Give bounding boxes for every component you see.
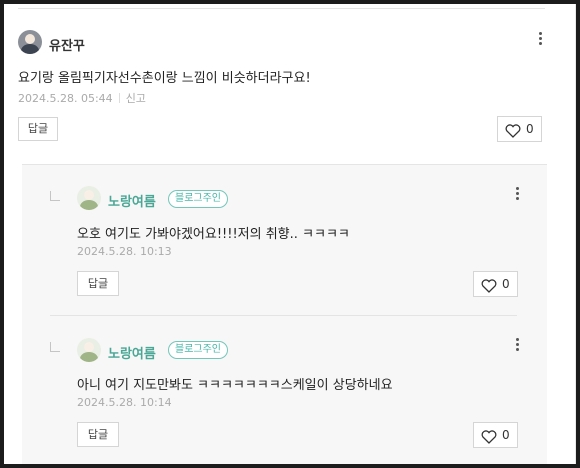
reply-button[interactable]: 답글 bbox=[77, 271, 119, 296]
like-count: 0 bbox=[526, 122, 534, 136]
report-link[interactable]: 신고 bbox=[126, 92, 146, 105]
more-options-icon[interactable] bbox=[515, 338, 519, 354]
comment-author[interactable]: 유잔꾸 bbox=[49, 35, 85, 54]
reply-button[interactable]: 답글 bbox=[18, 117, 58, 141]
reply-button[interactable]: 답글 bbox=[77, 422, 119, 447]
blog-owner-avatar-icon[interactable] bbox=[77, 338, 101, 362]
comment-panel: 유잔꾸 요기랑 올림픽기자선수촌이랑 느낌이 비슷하더라구요! 2024.5.2… bbox=[4, 4, 576, 464]
reply-divider bbox=[50, 315, 517, 316]
blog-owner-avatar-icon[interactable] bbox=[77, 186, 101, 210]
heart-icon bbox=[481, 430, 497, 444]
like-button[interactable]: 0 bbox=[473, 422, 518, 448]
reply-author[interactable]: 노랑여름 bbox=[108, 343, 156, 362]
more-options-icon[interactable] bbox=[538, 32, 542, 48]
scrollbar-edge bbox=[575, 4, 576, 464]
reply-indent-icon bbox=[50, 191, 60, 201]
like-count: 0 bbox=[502, 277, 510, 291]
reply-date: 2024.5.28. 10:14 bbox=[77, 396, 172, 409]
comment-meta: 2024.5.28. 05:44 신고 bbox=[18, 90, 146, 106]
like-button[interactable]: 0 bbox=[497, 116, 542, 142]
comment-text: 요기랑 올림픽기자선수촌이랑 느낌이 비슷하더라구요! bbox=[18, 71, 311, 86]
like-button[interactable]: 0 bbox=[473, 271, 518, 297]
like-count: 0 bbox=[502, 428, 510, 442]
reply-author[interactable]: 노랑여름 bbox=[108, 191, 156, 210]
blog-owner-badge: 블로그주인 bbox=[168, 190, 228, 208]
heart-icon bbox=[481, 279, 497, 293]
reply-list: 노랑여름 블로그주인 오호 여기도 가봐야겠어요!!!!저의 취향.. ㅋㅋㅋㅋ… bbox=[22, 164, 547, 464]
comment-date: 2024.5.28. 05:44 bbox=[18, 92, 113, 105]
reply-text: 아니 여기 지도만봐도 ㅋㅋㅋㅋㅋㅋㅋ스케일이 상당하네요 bbox=[77, 378, 393, 393]
reply-indent-icon bbox=[50, 342, 60, 352]
reply-text: 오호 여기도 가봐야겠어요!!!!저의 취향.. ㅋㅋㅋㅋ bbox=[77, 227, 350, 242]
reply-date: 2024.5.28. 10:13 bbox=[77, 245, 172, 258]
user-avatar-icon[interactable] bbox=[18, 30, 42, 54]
comment-item: 유잔꾸 요기랑 올림픽기자선수촌이랑 느낌이 비슷하더라구요! 2024.5.2… bbox=[4, 4, 576, 164]
heart-icon bbox=[505, 124, 521, 138]
meta-separator bbox=[118, 93, 120, 103]
blog-owner-badge: 블로그주인 bbox=[168, 341, 228, 359]
more-options-icon[interactable] bbox=[515, 187, 519, 203]
